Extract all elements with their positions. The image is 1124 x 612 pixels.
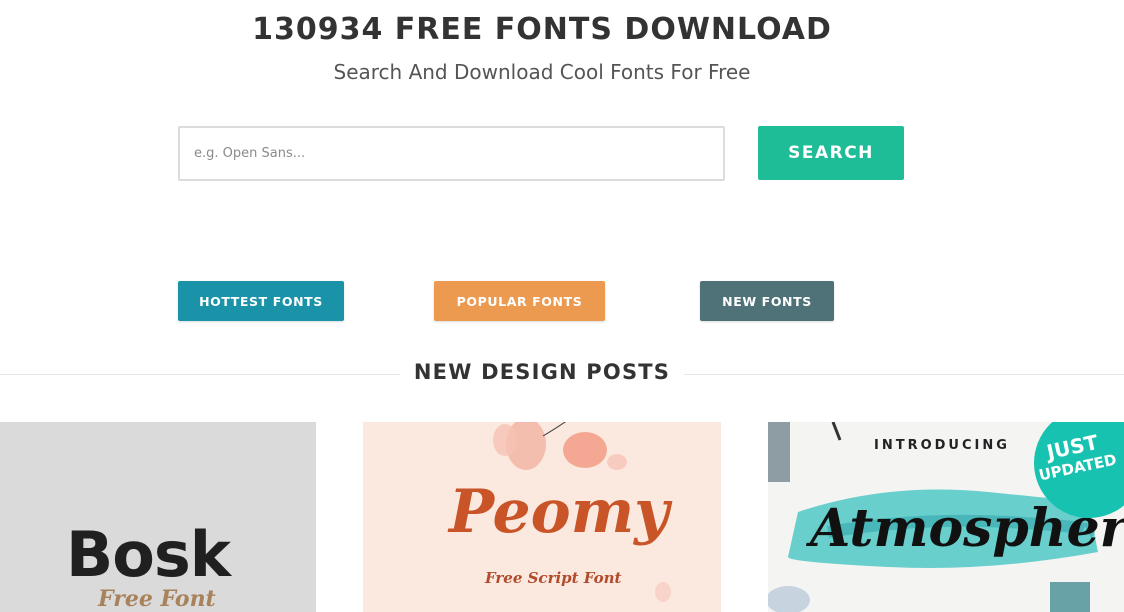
search-button[interactable]: SEARCH [758,126,904,180]
new-fonts-button[interactable]: NEW FONTS [700,281,834,321]
popular-fonts-button[interactable]: POPULAR FONTS [434,281,605,321]
section-title: NEW DESIGN POSTS [400,360,684,384]
post-card-peomy[interactable]: Peomy Free Script Font [363,422,721,612]
post-card-atmosphere[interactable]: INTRODUCING Atmosphere JUST UPDATED [768,422,1124,612]
post-intro-text: INTRODUCING [874,438,1010,453]
post-subtitle-text: Free Font [98,586,216,612]
post-logo-text: Peomy [449,477,670,547]
page-title: 130934 FREE FONTS DOWNLOAD [252,12,832,47]
hottest-fonts-button[interactable]: HOTTEST FONTS [178,281,344,321]
post-subtitle-text: Free Script Font [485,569,622,587]
post-logo-text: Bosk [66,518,231,591]
page-subtitle: Search And Download Cool Fonts For Free [333,60,751,84]
search-input[interactable] [178,126,725,181]
post-card-bosk[interactable]: Bosk Free Font [0,422,316,612]
